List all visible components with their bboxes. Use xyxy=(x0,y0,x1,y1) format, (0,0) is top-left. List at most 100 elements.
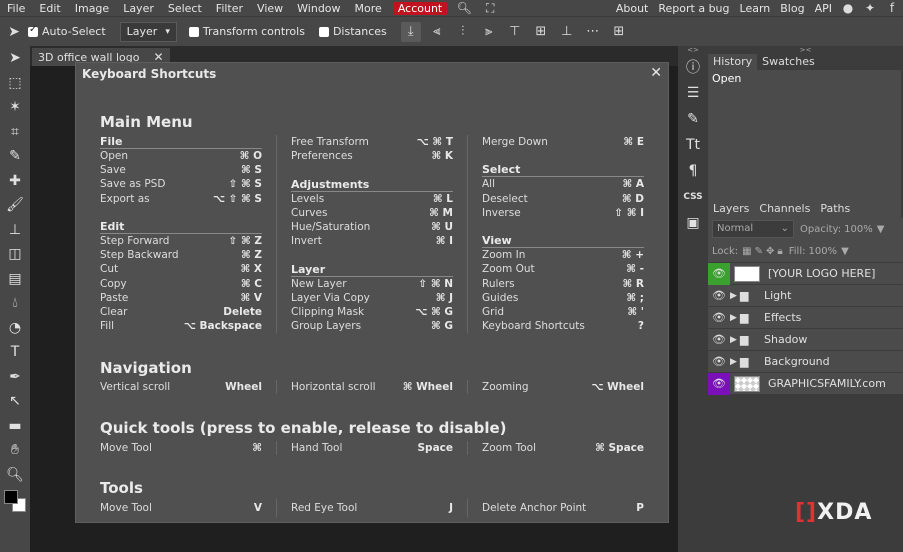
align-left-icon[interactable]: ⫷ xyxy=(427,22,447,42)
menu-layer[interactable]: Layer xyxy=(116,2,161,15)
lock-brush-icon[interactable]: ✎ xyxy=(755,246,763,257)
healing-brush-tool-icon[interactable]: ✚ xyxy=(0,169,30,194)
lock-position-icon[interactable]: ✥ xyxy=(766,246,774,257)
history-item[interactable]: Open xyxy=(708,70,901,88)
gradient-tool-icon[interactable]: ▤ xyxy=(0,267,30,292)
twitter-icon[interactable]: ✦ xyxy=(862,2,878,14)
menu-file[interactable]: File xyxy=(0,2,32,15)
marquee-tool-icon[interactable]: ⬚ xyxy=(0,71,30,96)
reddit-icon[interactable]: ● xyxy=(840,2,856,14)
opacity-dropdown-icon[interactable]: ▼ xyxy=(877,224,885,235)
path-select-tool-icon[interactable]: ↖ xyxy=(0,389,30,414)
image-icon[interactable]: ▣ xyxy=(678,210,708,236)
foreground-color-swatch[interactable] xyxy=(4,490,18,504)
fullscreen-icon[interactable]: ⛶ xyxy=(483,1,497,15)
type-tool-icon[interactable]: T xyxy=(0,340,30,365)
menu-window[interactable]: Window xyxy=(290,2,347,15)
brush-tool-icon[interactable]: 🖌︎ xyxy=(0,193,30,218)
tab-layers[interactable]: Layers xyxy=(708,200,755,218)
properties-icon[interactable]: ☰ xyxy=(678,80,708,106)
eye-icon[interactable]: 👁︎ xyxy=(708,307,730,329)
menu-api[interactable]: API xyxy=(810,2,837,15)
fill-dropdown-icon[interactable]: ▼ xyxy=(841,246,849,257)
download-icon[interactable]: ⤓ xyxy=(400,21,421,42)
auto-select-checkbox-box[interactable] xyxy=(28,24,38,37)
blur-tool-icon[interactable]: 💧︎ xyxy=(0,291,30,316)
align-right-icon[interactable]: ⫸ xyxy=(479,22,499,42)
xda-watermark: []XDA xyxy=(795,500,872,525)
transform-controls-checkbox-box[interactable] xyxy=(188,26,199,37)
clone-stamp-tool-icon[interactable]: ⊥ xyxy=(0,218,30,243)
menu-filter[interactable]: Filter xyxy=(209,2,250,15)
distances-checkbox-box[interactable] xyxy=(318,26,329,37)
eye-icon[interactable]: 👁︎ xyxy=(708,351,730,373)
layer-row[interactable]: 👁︎ GRAPHICSFAMILY.com xyxy=(708,372,903,395)
eye-icon[interactable]: 👁︎ xyxy=(708,285,730,307)
layer-row[interactable]: 👁︎ ▶ ▆ Background xyxy=(708,350,903,372)
fill-value[interactable]: 100% xyxy=(808,246,837,257)
shortcut-key: ⌘ S xyxy=(241,164,262,177)
shape-tool-icon[interactable]: ▬ xyxy=(0,414,30,439)
pen-tool-icon[interactable]: ✒ xyxy=(0,365,30,390)
eye-icon[interactable]: 👁︎ xyxy=(708,372,730,395)
eye-icon[interactable]: 👁︎ xyxy=(708,329,730,351)
menu-more[interactable]: More xyxy=(348,2,389,15)
layer-row[interactable]: 👁︎ ▶ ▆ Light xyxy=(708,284,903,306)
tab-swatches[interactable]: Swatches xyxy=(757,54,820,70)
grid-layout-icon[interactable]: ⊞ xyxy=(609,22,629,42)
auto-select-target-select[interactable]: Layer ▾ xyxy=(119,21,177,42)
menu-view[interactable]: View xyxy=(250,2,290,15)
expand-triangle-icon[interactable]: ▶ xyxy=(730,357,740,367)
tab-paths[interactable]: Paths xyxy=(815,200,855,218)
crop-tool-icon[interactable]: ⌗ xyxy=(0,120,30,145)
opacity-value[interactable]: 100% xyxy=(844,224,873,235)
account-button[interactable]: Account xyxy=(392,1,448,15)
move-tool-icon[interactable]: ➤ xyxy=(0,17,28,47)
align-center-horizontal-icon[interactable]: ⫶ xyxy=(453,22,473,42)
menu-about[interactable]: About xyxy=(611,2,654,15)
eyedropper-tool-icon[interactable]: ✎ xyxy=(0,144,30,169)
eye-icon[interactable]: 👁︎ xyxy=(708,262,730,285)
tab-channels[interactable]: Channels xyxy=(754,200,815,218)
expand-collapse-icon[interactable]: <> xyxy=(678,46,708,54)
lock-transparency-icon[interactable]: ▦ xyxy=(742,246,751,257)
expand-triangle-icon[interactable]: ▶ xyxy=(730,313,740,323)
menu-blog[interactable]: Blog xyxy=(775,2,809,15)
layer-row[interactable]: 👁︎ ▶ ▆ Shadow xyxy=(708,328,903,350)
expand-triangle-icon[interactable]: ▶ xyxy=(730,335,740,345)
menu-report-bug[interactable]: Report a bug xyxy=(653,2,734,15)
info-icon[interactable]: ⓘ xyxy=(678,54,708,80)
close-icon[interactable]: ✕ xyxy=(650,65,662,81)
expand-triangle-icon[interactable]: ▶ xyxy=(730,291,740,301)
align-top-icon[interactable]: ⊤ xyxy=(505,22,525,42)
menu-learn[interactable]: Learn xyxy=(735,2,776,15)
align-bottom-icon[interactable]: ⊥ xyxy=(557,22,577,42)
menu-select[interactable]: Select xyxy=(161,2,209,15)
menu-edit[interactable]: Edit xyxy=(32,2,67,15)
collapse-panels-icon[interactable]: >< xyxy=(708,46,903,54)
auto-select-checkbox[interactable]: Auto-Select xyxy=(28,24,106,38)
shortcut-row: Inverse ⇧ ⌘ I xyxy=(482,206,644,220)
align-middle-icon[interactable]: ⊞ xyxy=(531,22,551,42)
dodge-tool-icon[interactable]: ◔ xyxy=(0,316,30,341)
brush-settings-icon[interactable]: ✎ xyxy=(678,106,708,132)
lock-all-icon[interactable]: 🔒︎ xyxy=(777,246,782,257)
distances-checkbox[interactable]: Distances xyxy=(318,25,387,38)
blend-mode-select[interactable]: Normal ⌄ xyxy=(712,220,794,238)
eraser-tool-icon[interactable]: ◫ xyxy=(0,242,30,267)
character-icon[interactable]: Tt xyxy=(678,132,708,158)
search-icon[interactable]: 🔍︎ xyxy=(457,1,472,15)
layer-row[interactable]: 👁︎ [YOUR LOGO HERE] xyxy=(708,262,903,285)
paragraph-icon[interactable]: ¶ xyxy=(678,158,708,184)
zoom-tool-icon[interactable]: 🔍︎ xyxy=(0,463,30,488)
css-icon[interactable]: CSS xyxy=(678,184,708,210)
move-tool-icon[interactable]: ➤ xyxy=(0,46,30,71)
tab-history[interactable]: History xyxy=(708,54,758,70)
transform-controls-checkbox[interactable]: Transform controls xyxy=(188,25,305,38)
hand-tool-icon[interactable]: ✋︎ xyxy=(0,438,30,463)
distribute-icon[interactable]: ⋯ xyxy=(583,22,603,42)
magic-wand-tool-icon[interactable]: ✶ xyxy=(0,95,30,120)
menu-image[interactable]: Image xyxy=(68,2,116,15)
layer-row[interactable]: 👁︎ ▶ ▆ Effects xyxy=(708,306,903,328)
facebook-icon[interactable]: f xyxy=(884,2,900,14)
